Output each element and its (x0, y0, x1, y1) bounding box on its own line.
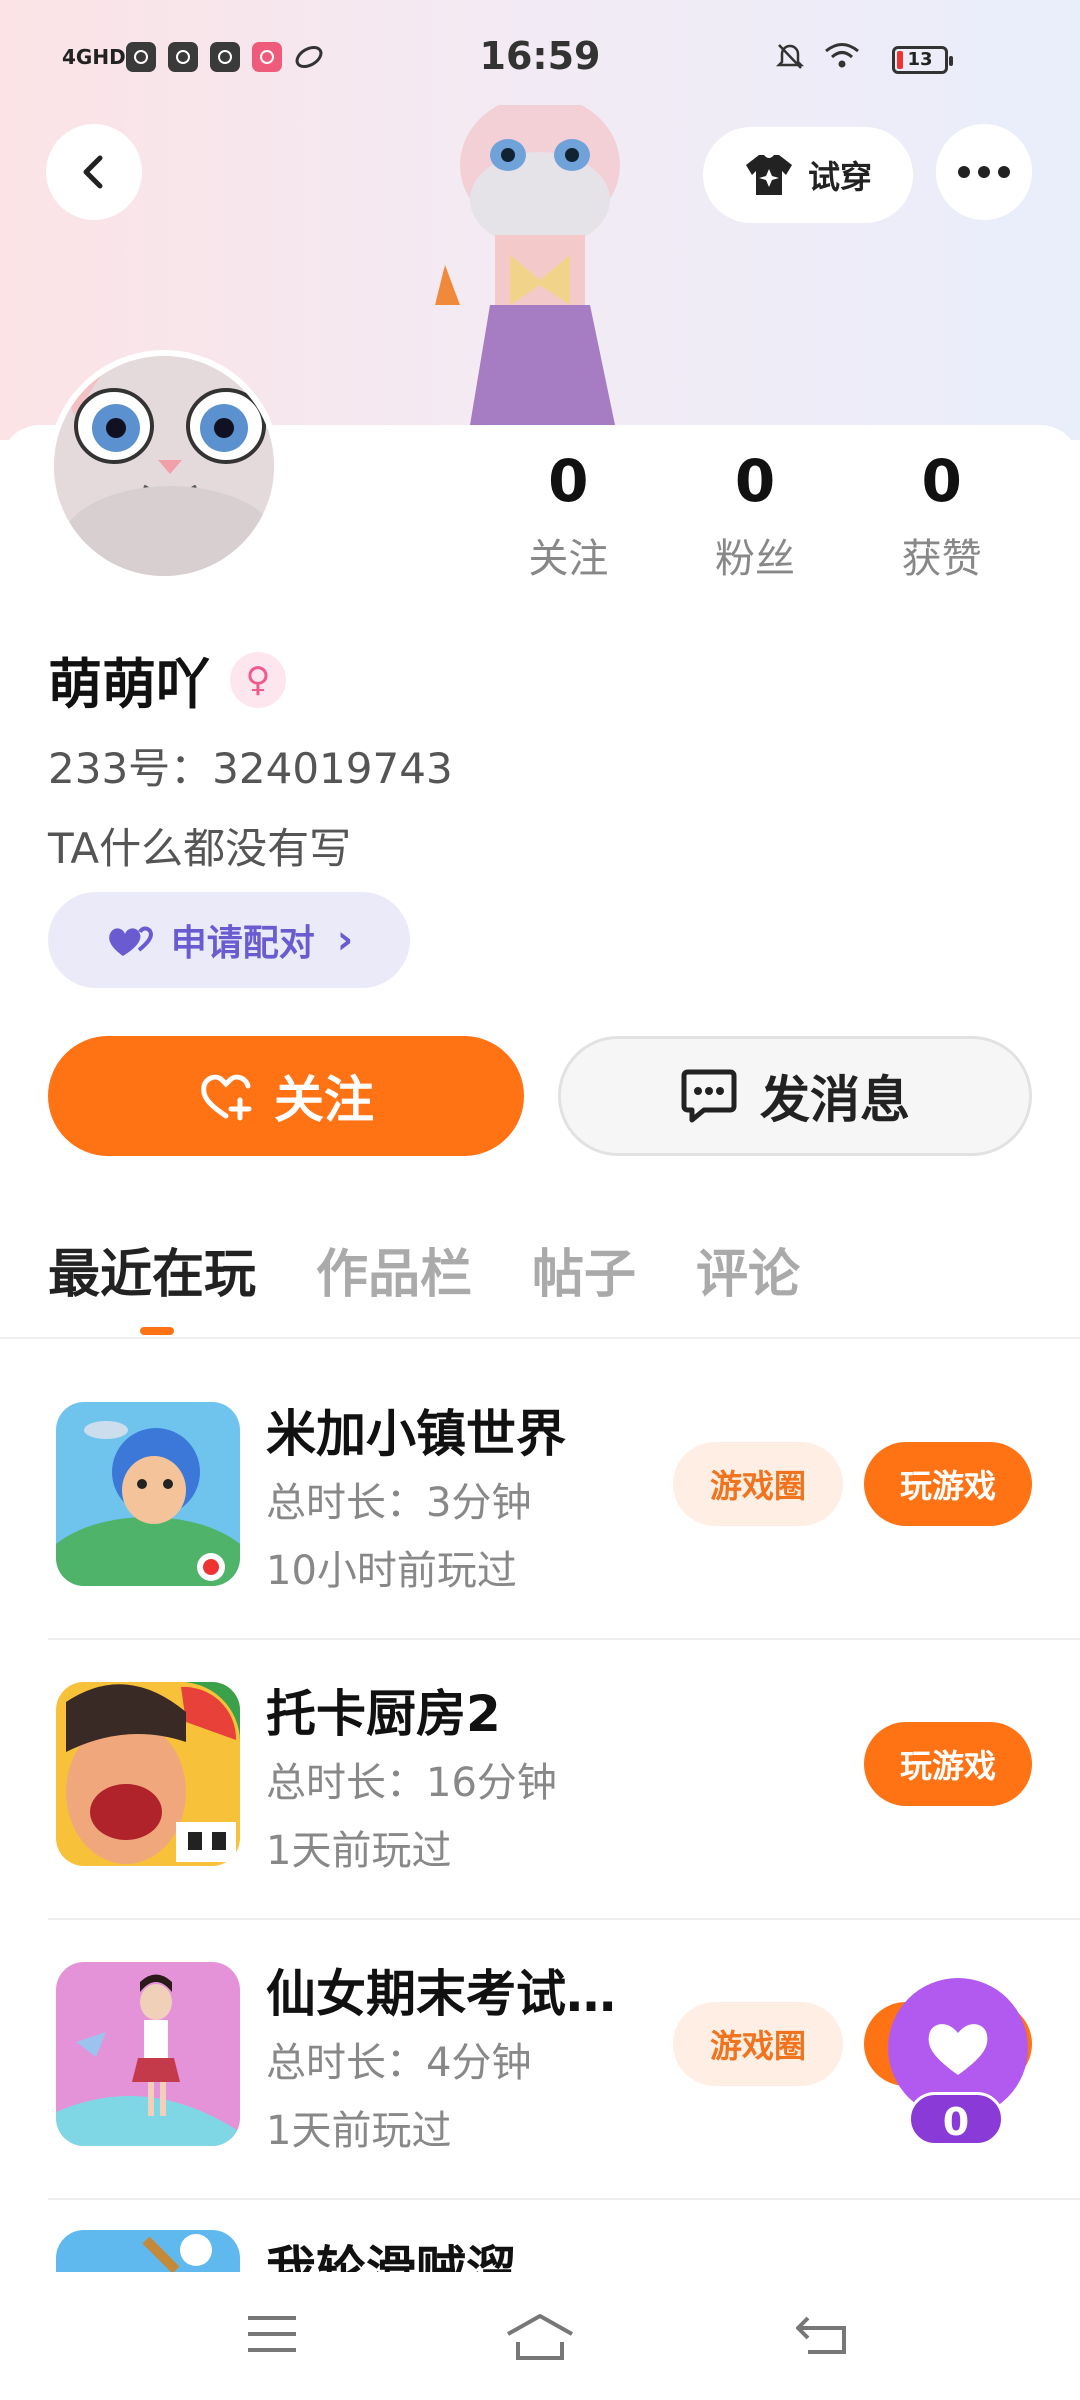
profile-uid: 233号：324019743 (48, 744, 453, 793)
game-duration: 总时长：3分钟 (266, 1480, 532, 1526)
tab-divider (0, 1337, 1080, 1339)
game-title: 我轮滑贼溜 (266, 2241, 516, 2272)
send-message-button[interactable]: 发消息 (558, 1036, 1032, 1156)
game-list-item[interactable]: 我轮滑贼溜 (48, 2230, 1080, 2272)
dressup-avatar-image (405, 95, 675, 435)
menu-lines-icon[interactable] (244, 2312, 300, 2356)
chevron-right-icon: › (336, 917, 354, 963)
follow-label: 关注 (274, 1071, 374, 1129)
game-title: 仙女期末考试… (266, 1965, 616, 2023)
profile-name: 萌萌吖 (48, 653, 210, 716)
send-message-label: 发消息 (760, 1071, 910, 1129)
double-heart-icon (108, 926, 153, 956)
battery-level: 13 (907, 49, 933, 70)
heart-plus-icon (201, 1074, 252, 1121)
stat-label: 关注 (528, 536, 609, 582)
back-button[interactable] (46, 124, 142, 220)
game-circle-button[interactable]: 游戏圈 (673, 1442, 843, 1526)
stat-following[interactable]: 0 关注 (470, 450, 667, 584)
apply-pair-label: 申请配对 (170, 923, 315, 964)
profile-stats: 0 关注 0 粉丝 0 获赞 (480, 450, 1040, 584)
apply-pair-button[interactable]: 申请配对 › (48, 892, 410, 988)
game-duration: 总时长：16分钟 (266, 1760, 557, 1806)
stat-number: 0 (548, 447, 589, 515)
game-icon-toca-kitchen (56, 1682, 240, 1866)
wifi-icon (825, 43, 859, 68)
try-on-button[interactable]: 试穿 (703, 127, 913, 223)
game-last-played: 1天前玩过 (266, 2108, 452, 2154)
profile-tabs: 最近在玩 作品栏 帖子 评论 (48, 1232, 800, 1335)
profile-avatar[interactable] (48, 350, 280, 582)
game-icon-miga-town (56, 1402, 240, 1586)
stat-number: 0 (734, 447, 776, 515)
game-icon-fairy-exam (56, 1962, 240, 2146)
list-divider (48, 1918, 1080, 1920)
battery-indicator: 13 (892, 46, 953, 74)
game-last-played: 1天前玩过 (266, 1828, 452, 1874)
system-nav-bar (0, 2272, 1080, 2400)
play-game-button[interactable]: 玩游戏 (864, 1442, 1032, 1526)
tab-works[interactable]: 作品栏 (316, 1232, 472, 1307)
back-nav-icon[interactable] (794, 2312, 850, 2356)
game-title: 托卡厨房2 (266, 1685, 501, 1743)
chat-bubble-icon (681, 1069, 737, 1123)
home-icon[interactable] (504, 2312, 576, 2362)
game-circle-button[interactable]: 游戏圈 (673, 2002, 843, 2086)
try-on-label: 试穿 (807, 158, 872, 196)
game-list-item[interactable]: 托卡厨房2 总时长：16分钟 1天前玩过 玩游戏 (48, 1682, 1080, 1960)
stat-label: 获赞 (901, 536, 982, 582)
list-divider (48, 1638, 1080, 1640)
tab-comments[interactable]: 评论 (696, 1232, 800, 1307)
tab-posts[interactable]: 帖子 (532, 1232, 636, 1307)
tab-recent-played[interactable]: 最近在玩 (48, 1232, 256, 1335)
female-gender-icon: ♀ (230, 651, 286, 708)
more-dots-icon (958, 166, 1010, 178)
mute-bell-icon (775, 44, 805, 69)
stat-likes[interactable]: 0 获赞 (843, 450, 1040, 584)
stat-followers[interactable]: 0 粉丝 (657, 450, 854, 584)
game-list-item[interactable]: 米加小镇世界 总时长：3分钟 10小时前玩过 游戏圈 玩游戏 (48, 1402, 1080, 1680)
profile-name-row: 萌萌吖 ♀ (48, 640, 286, 719)
list-divider (48, 2198, 1080, 2200)
game-title: 米加小镇世界 (266, 1405, 566, 1463)
heart-icon (928, 2024, 988, 2075)
game-icon-rollerskate (56, 2230, 240, 2272)
play-game-button[interactable]: 玩游戏 (864, 1722, 1032, 1806)
profile-bio: TA什么都没有写 (48, 824, 352, 873)
game-duration: 总时长：4分钟 (266, 2040, 532, 2086)
game-last-played: 10小时前玩过 (266, 1548, 517, 1594)
status-right (774, 40, 860, 72)
back-arrow-icon (83, 155, 103, 189)
follow-button[interactable]: 关注 (48, 1036, 524, 1156)
shirt-icon (745, 155, 792, 195)
stat-number: 0 (921, 447, 962, 515)
stat-label: 粉丝 (715, 536, 795, 582)
like-count-badge: 0 (908, 2092, 1004, 2146)
more-button[interactable] (936, 124, 1032, 220)
status-bar: 4GHD 16:59 13 (0, 0, 1080, 120)
